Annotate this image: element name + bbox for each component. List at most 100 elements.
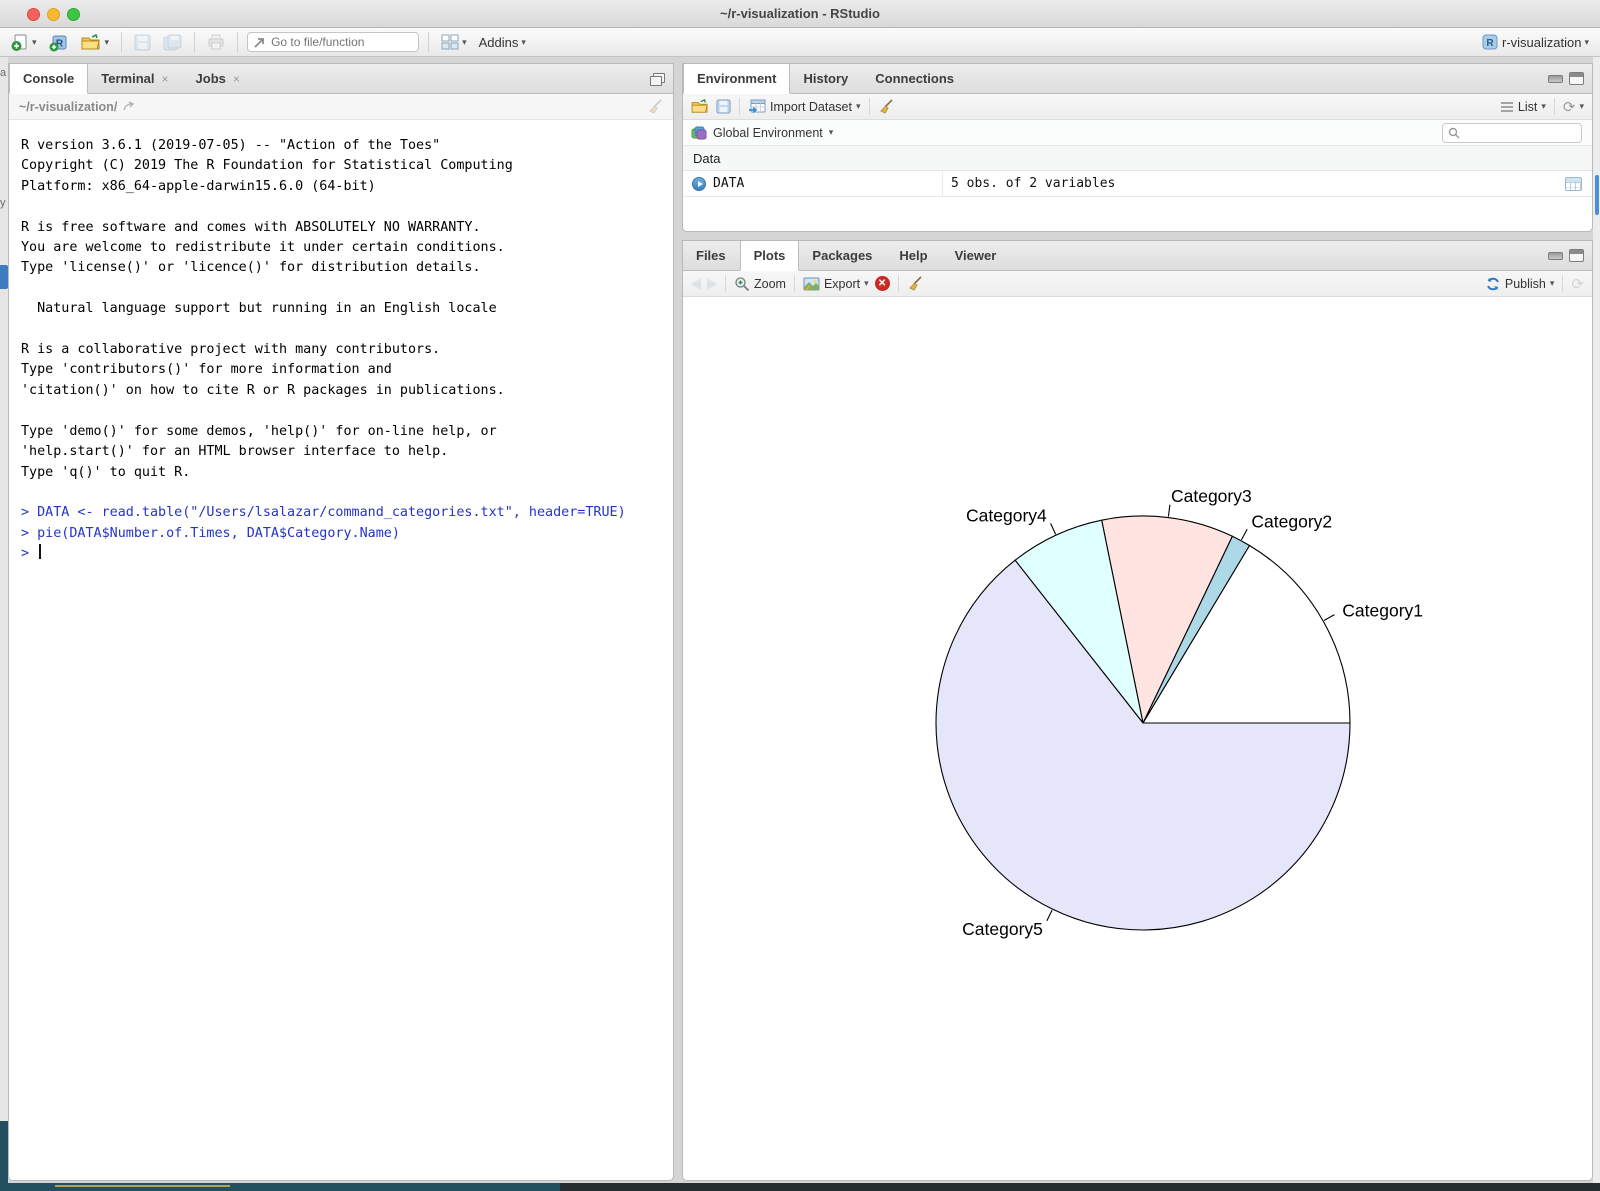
maximize-pane-icon[interactable]	[1569, 72, 1584, 85]
main-toolbar: ▾ R ▾ ▾ Addins ▾ R r-visualization ▾	[0, 28, 1600, 57]
pie-label-tick	[1168, 505, 1169, 517]
console-line: >	[21, 544, 661, 564]
environment-section-header: Data	[683, 146, 1592, 171]
console-prompt: >	[21, 546, 37, 561]
global-env-icon	[691, 125, 707, 141]
import-dataset-button[interactable]: Import Dataset ▾	[748, 99, 861, 114]
console-line	[21, 197, 661, 217]
print-icon	[207, 34, 225, 50]
addins-label: Addins	[479, 35, 519, 50]
new-project-button[interactable]: R	[46, 31, 72, 54]
save-icon	[716, 99, 731, 114]
remove-plot-button[interactable]: ✕	[875, 276, 890, 291]
save-workspace-button[interactable]	[716, 99, 731, 114]
console-line: 'help.start()' for an HTML browser inter…	[21, 442, 661, 462]
save-button[interactable]	[131, 32, 154, 53]
save-all-button[interactable]	[160, 32, 185, 53]
workspace-panes-button[interactable]: ▾	[438, 32, 470, 52]
open-icon	[81, 34, 102, 51]
new-file-button[interactable]: ▾	[8, 31, 40, 54]
console-output[interactable]: R version 3.6.1 (2019-07-05) -- "Action …	[9, 120, 673, 565]
export-plot-label: Export	[824, 277, 860, 291]
environment-search-box[interactable]	[1442, 123, 1582, 143]
environment-scope-row: Global Environment ▾	[683, 120, 1592, 146]
export-plot-button[interactable]: Export ▾	[803, 277, 869, 291]
environment-search-input[interactable]	[1464, 126, 1574, 140]
publish-plot-button[interactable]: Publish ▾	[1485, 276, 1555, 292]
print-button[interactable]	[204, 32, 228, 52]
console-line: Platform: x86_64-apple-darwin15.6.0 (64-…	[21, 177, 661, 197]
console-line: R is free software and comes with ABSOLU…	[21, 218, 661, 238]
plot-area: Category1Category2Category3Category4Cate…	[683, 297, 1592, 1181]
clear-all-plots-button[interactable]	[907, 276, 923, 292]
console-tab-console[interactable]: Console	[9, 64, 88, 94]
addins-button[interactable]: Addins ▾	[476, 33, 529, 52]
environment-object-row[interactable]: DATA5 obs. of 2 variables	[683, 171, 1592, 197]
zoom-plot-icon	[734, 276, 750, 292]
project-label: r-visualization	[1502, 35, 1581, 50]
open-file-button[interactable]: ▾	[78, 32, 113, 53]
plots-tab-plots[interactable]: Plots	[740, 241, 800, 271]
publish-plot-label: Publish	[1505, 277, 1546, 291]
environment-tab-connections[interactable]: Connections	[862, 64, 968, 93]
tab-label: Plots	[754, 248, 786, 263]
plots-toolbar: Zoom Export ▾ ✕ Publish ▾ ⟳	[683, 271, 1592, 297]
load-workspace-button[interactable]	[691, 99, 710, 114]
environment-tab-history[interactable]: History	[790, 64, 862, 93]
environment-tabbar: Environment History Connections	[683, 64, 1592, 94]
plots-tab-packages[interactable]: Packages	[799, 241, 886, 270]
refresh-plot-button[interactable]: ⟳	[1571, 275, 1584, 293]
console-line: Type 'q()' to quit R.	[21, 463, 661, 483]
environment-tab-environment[interactable]: Environment	[683, 64, 790, 94]
minimize-pane-icon[interactable]	[1548, 75, 1563, 83]
close-tab-icon[interactable]: ×	[233, 72, 240, 86]
plots-tab-files[interactable]: Files	[683, 241, 740, 270]
tab-label: Packages	[812, 248, 872, 263]
pie-label-tick	[1324, 615, 1334, 621]
restore-panes-icon[interactable]	[650, 73, 665, 86]
window-titlebar: ~/r-visualization - RStudio	[0, 0, 1600, 28]
list-view-button[interactable]: List ▾	[1500, 100, 1546, 114]
open-in-window-icon[interactable]	[123, 101, 136, 112]
background-window-right-edge	[1593, 57, 1600, 1183]
tab-label: History	[803, 71, 848, 86]
tab-label: Console	[23, 71, 74, 86]
console-line: 'citation()' on how to cite R or R packa…	[21, 381, 661, 401]
console-tab-terminal[interactable]: Terminal×	[88, 64, 182, 93]
maximize-pane-icon[interactable]	[1569, 249, 1584, 262]
clear-console-icon[interactable]	[647, 99, 663, 115]
zoom-plot-label: Zoom	[754, 277, 786, 291]
environment-scope-label[interactable]: Global Environment	[713, 126, 823, 140]
export-plot-icon	[803, 277, 820, 291]
refresh-environment-button[interactable]: ⟳ ▾	[1563, 98, 1584, 116]
next-plot-button[interactable]	[707, 278, 717, 290]
console-tab-jobs[interactable]: Jobs×	[183, 64, 254, 93]
new-file-icon	[11, 33, 29, 52]
background-icon-fragment	[0, 265, 8, 289]
plots-tab-viewer[interactable]: Viewer	[942, 241, 1011, 270]
plots-tab-help[interactable]: Help	[886, 241, 941, 270]
plots-panel: Files Plots Packages HelpViewer Zoom Export…	[682, 240, 1593, 1181]
expand-object-icon[interactable]	[692, 177, 706, 191]
console-tabbar: Console Terminal×Jobs×	[9, 64, 673, 94]
console-line: R is a collaborative project with many c…	[21, 340, 661, 360]
text-cursor	[39, 544, 41, 559]
goto-file-input[interactable]	[271, 35, 401, 49]
object-name: DATA	[713, 176, 744, 191]
pie-slice-label: Category4	[966, 505, 1047, 525]
clear-environment-icon	[878, 99, 894, 115]
previous-plot-button[interactable]	[691, 278, 701, 290]
zoom-plot-button[interactable]: Zoom	[734, 276, 786, 292]
minimize-pane-icon[interactable]	[1548, 252, 1563, 260]
close-tab-icon[interactable]: ×	[162, 72, 169, 86]
goto-file-box[interactable]	[247, 32, 419, 52]
open-caret-icon: ▾	[105, 37, 110, 48]
console-line	[21, 401, 661, 421]
clear-environment-button[interactable]	[878, 99, 894, 115]
view-table-icon[interactable]	[1565, 177, 1582, 191]
console-line: Type 'contributors()' for more informati…	[21, 360, 661, 380]
project-menu-button[interactable]: R r-visualization ▾	[1478, 31, 1592, 53]
pie-slice-label: Category5	[962, 919, 1043, 939]
import-dataset-icon	[748, 99, 766, 114]
tab-label: Environment	[697, 71, 776, 86]
